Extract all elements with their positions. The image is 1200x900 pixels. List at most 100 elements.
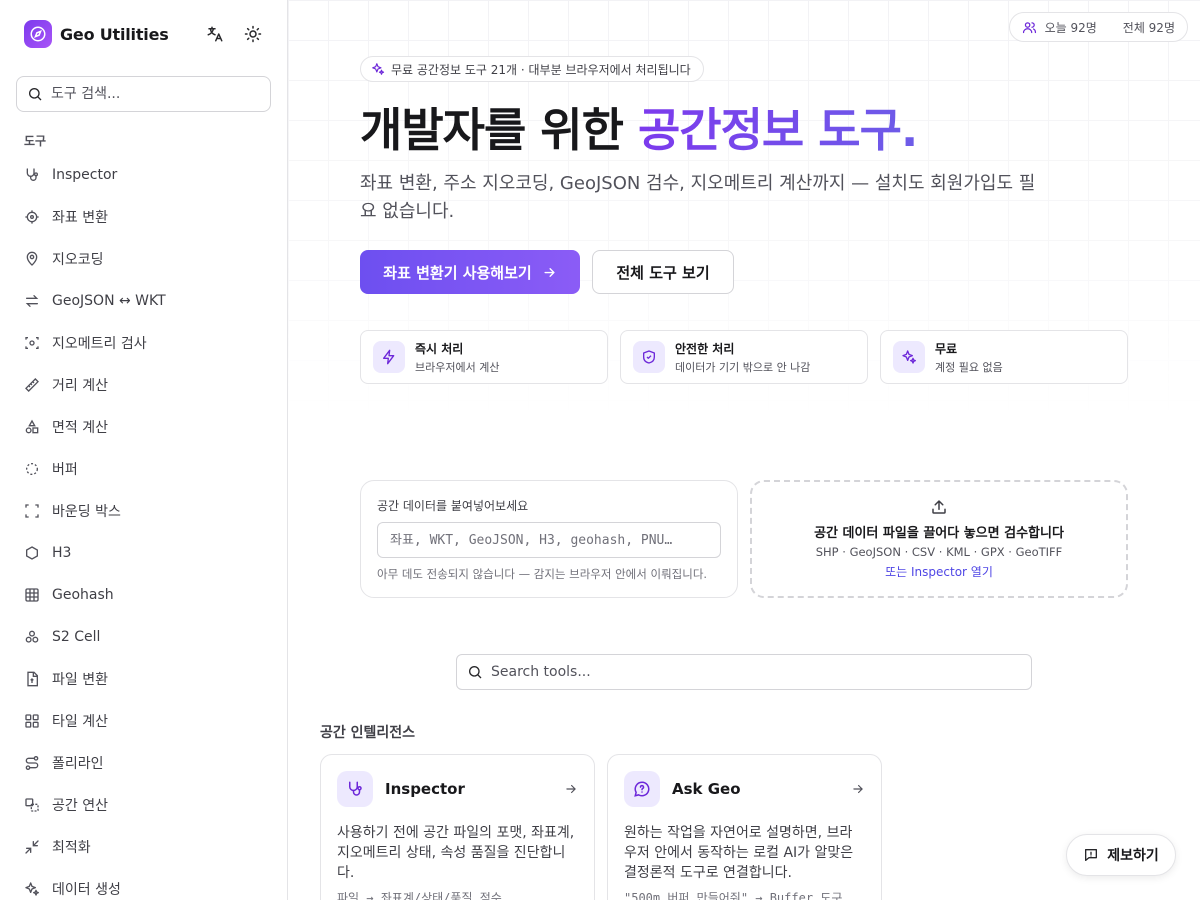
sidebar-item-label: 최적화 (52, 840, 91, 856)
theme-toggle-icon[interactable] (242, 23, 264, 45)
sidebar-item-geojson-wkt[interactable]: GeoJSON ↔ WKT (16, 280, 272, 322)
minimize-icon (25, 840, 39, 854)
paste-data-card: 공간 데이터를 붙여넣어보세요 아무 데도 전송되지 않습니다 — 감지는 브라… (360, 480, 738, 598)
feature-desc: 계정 필요 없음 (935, 360, 1003, 374)
try-converter-button-label: 좌표 변환기 사용해보기 (383, 263, 532, 282)
search-icon (469, 666, 482, 679)
sidebar-item-label: GeoJSON ↔ WKT (52, 293, 166, 309)
arrow-right-icon (853, 784, 863, 794)
sidebar-item-h3[interactable]: H3 (16, 532, 272, 574)
sidebar-section-label: 도구 (24, 134, 47, 148)
sidebar-item-label: 데이터 생성 (52, 882, 121, 898)
tool-card-title: Ask Geo (672, 780, 741, 798)
sidebar-item-label: S2 Cell (52, 629, 101, 645)
sidebar-item-label: H3 (52, 545, 72, 561)
tool-card-inspector[interactable]: Inspector 사용하기 전에 공간 파일의 포맷, 좌표계, 지오메트리 … (320, 754, 595, 900)
sidebar-search[interactable] (16, 76, 271, 112)
sidebar-item-label: 면적 계산 (52, 420, 108, 436)
sidebar-search-input[interactable] (51, 86, 251, 102)
page-title-accent: 공간정보 도구. (637, 103, 918, 157)
sidebar-item-label: 파일 변환 (52, 672, 108, 688)
sidebar-item-label: 타일 계산 (52, 714, 108, 730)
sparkles-icon (893, 341, 925, 373)
sidebar-item-spatial-ops[interactable]: 공간 연산 (16, 784, 272, 826)
paste-data-input[interactable] (377, 522, 721, 558)
stethoscope-icon (337, 771, 373, 807)
sidebar-item-label: Inspector (52, 167, 118, 183)
open-inspector-link[interactable]: 또는 Inspector 열기 (885, 563, 993, 580)
drop-zone-title: 공간 데이터 파일을 끌어다 놓으면 검수합니다 (814, 526, 1064, 541)
dashed-circle-icon (26, 463, 38, 475)
sidebar-item-area[interactable]: 면적 계산 (16, 406, 272, 448)
tools-search-input[interactable] (491, 664, 1011, 680)
arrow-right-icon (544, 267, 555, 277)
stethoscope-icon (26, 168, 38, 181)
sidebar-item-buffer[interactable]: 버퍼 (16, 448, 272, 490)
sparkles-icon (372, 63, 385, 75)
tool-card-title: Inspector (385, 780, 465, 798)
view-all-tools-button[interactable]: 전체 도구 보기 (592, 250, 734, 294)
crosshair-icon (25, 210, 39, 224)
grid-icon (25, 588, 39, 602)
arrow-right-icon (566, 784, 576, 794)
sidebar-item-data-generation[interactable]: 데이터 생성 (16, 868, 272, 900)
map-pin-icon (26, 251, 38, 266)
sidebar-item-optimize[interactable]: 최적화 (16, 826, 272, 868)
feature-title: 즉시 처리 (415, 341, 464, 356)
sidebar-item-polyline[interactable]: 폴리라인 (16, 742, 272, 784)
sidebar-item-geocoding[interactable]: 지오코딩 (16, 238, 272, 280)
tool-card-flow: "500m 버퍼 만들어줘" → Buffer 도구 (624, 891, 843, 900)
feature-desc: 데이터가 기기 밖으로 안 나감 (675, 360, 811, 374)
shield-check-icon (633, 341, 665, 373)
feature-free: 무료 계정 필요 없음 (880, 330, 1128, 384)
sparkles-icon (25, 882, 39, 896)
cells-icon (25, 630, 39, 643)
arrows-swap-icon (25, 295, 39, 307)
sidebar-item-tile-calc[interactable]: 타일 계산 (16, 700, 272, 742)
sidebar-item-label: Geohash (52, 587, 114, 603)
message-question-icon (624, 771, 660, 807)
sidebar-item-distance[interactable]: 거리 계산 (16, 364, 272, 406)
brand[interactable]: Geo Utilities (24, 20, 169, 48)
file-drop-zone[interactable]: 공간 데이터 파일을 끌어다 놓으면 검수합니다 SHP · GeoJSON ·… (750, 480, 1128, 598)
sidebar-item-file-convert[interactable]: 파일 변환 (16, 658, 272, 700)
feature-title: 무료 (935, 341, 958, 356)
zap-icon (373, 341, 405, 373)
sidebar-item-label: 폴리라인 (52, 756, 104, 772)
drop-zone-formats: SHP · GeoJSON · CSV · KML · GPX · GeoTIF… (815, 545, 1063, 559)
compass-icon (24, 20, 52, 48)
translate-icon[interactable] (204, 23, 226, 45)
sidebar-item-geohash[interactable]: Geohash (16, 574, 272, 616)
sidebar-item-coordinate-convert[interactable]: 좌표 변환 (16, 196, 272, 238)
visitor-counter: 오늘 92명 전체 92명 (1008, 12, 1188, 42)
feature-instant: 즉시 처리 브라우저에서 계산 (360, 330, 608, 384)
tool-card-desc: 원하는 작업을 자연어로 설명하면, 브라우저 안에서 동작하는 로컬 AI가 … (624, 825, 854, 881)
tool-card-ask-geo[interactable]: Ask Geo 원하는 작업을 자연어로 설명하면, 브라우저 안에서 동작하는… (607, 754, 882, 900)
sidebar-item-label: 거리 계산 (52, 378, 108, 394)
users-icon (1022, 21, 1036, 33)
sidebar-item-label: 공간 연산 (52, 798, 108, 814)
page-title: 개발자를 위한 공간정보 도구. (360, 94, 918, 160)
sidebar: Geo Utilities 도구 Inspector 좌표 변환 지오코딩 Ge… (0, 0, 288, 900)
paste-data-label: 공간 데이터를 붙여넣어보세요 (377, 499, 529, 513)
hero-badge: 무료 공간정보 도구 21개 · 대부분 브라우저에서 처리됩니다 (360, 56, 704, 82)
scan-icon (25, 337, 39, 349)
sidebar-item-inspector[interactable]: Inspector (16, 154, 272, 196)
hero-badge-text: 무료 공간정보 도구 21개 · 대부분 브라우저에서 처리됩니다 (391, 62, 691, 77)
report-button[interactable]: 제보하기 (1066, 834, 1176, 876)
report-button-label: 제보하기 (1107, 848, 1159, 864)
sidebar-item-bounding-box[interactable]: 바운딩 박스 (16, 490, 272, 532)
tools-search[interactable] (456, 654, 1032, 690)
sidebar-item-s2-cell[interactable]: S2 Cell (16, 616, 272, 658)
bounding-box-icon (25, 504, 39, 518)
search-icon (29, 88, 42, 101)
paste-data-note: 아무 데도 전송되지 않습니다 — 감지는 브라우저 안에서 이뤄집니다. (377, 567, 708, 581)
sidebar-item-label: 바운딩 박스 (52, 504, 121, 520)
tiles-icon (25, 714, 39, 728)
sidebar-item-geometry-check[interactable]: 지오메트리 검사 (16, 322, 272, 364)
sidebar-item-label: 지오메트리 검사 (52, 336, 147, 352)
visitors-total: 전체 92명 (1122, 20, 1175, 35)
message-alert-icon (1085, 849, 1098, 861)
feature-desc: 브라우저에서 계산 (415, 360, 500, 374)
try-converter-button[interactable]: 좌표 변환기 사용해보기 (360, 250, 580, 294)
